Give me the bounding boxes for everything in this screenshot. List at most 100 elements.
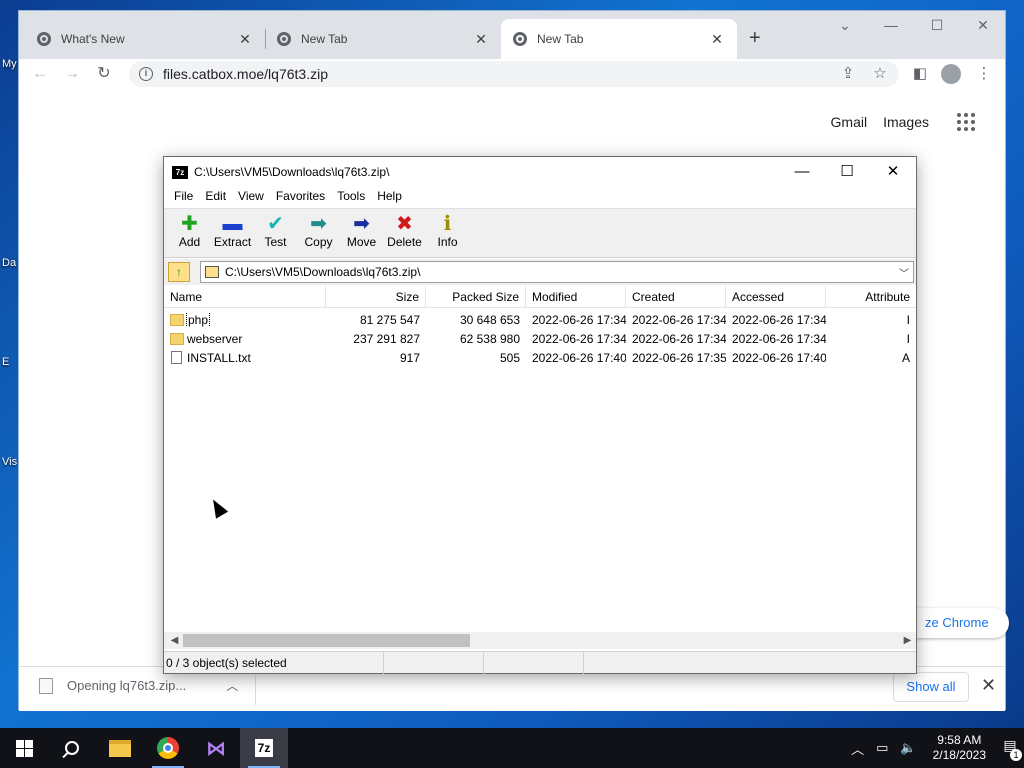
status-segment <box>584 652 916 674</box>
column-header-created[interactable]: Created <box>626 286 726 308</box>
file-name[interactable]: webserver <box>187 332 242 346</box>
side-panel-icon[interactable]: ◧ <box>909 63 931 85</box>
file-attributes: I <box>906 331 910 346</box>
menu-kebab-icon[interactable]: ⋮ <box>973 63 995 85</box>
table-row[interactable]: webserver 237 291 827 62 538 980 2022-06… <box>164 329 916 348</box>
tab-new-tab[interactable]: New Tab ✕ <box>265 19 501 59</box>
desktop-icon-label[interactable]: My <box>2 58 17 70</box>
images-link[interactable]: Images <box>883 114 929 130</box>
profile-avatar-icon[interactable] <box>941 63 963 84</box>
chevron-down-icon[interactable]: ﹀ <box>895 265 913 280</box>
menu-view[interactable]: View <box>232 187 270 207</box>
bookmark-star-icon[interactable]: ☆ <box>869 63 891 85</box>
taskbar: ⋈ 7z ︿ ▭ 🔈 9:58 AM 2/18/2023 ▤ 1 <box>0 728 1024 768</box>
network-icon[interactable]: ▭ <box>876 740 888 756</box>
new-tab-plus-icon[interactable]: + <box>749 27 761 50</box>
scroll-left-icon[interactable]: ◀ <box>166 632 183 649</box>
folder-icon <box>170 332 184 345</box>
tab-close-icon[interactable]: ✕ <box>709 31 725 48</box>
close-window-icon[interactable]: ✕ <box>963 17 1003 34</box>
taskbar-file-explorer[interactable] <box>96 728 144 768</box>
reload-icon[interactable]: ↻ <box>93 63 115 85</box>
chrome-favicon-icon <box>513 32 527 46</box>
path-text[interactable]: C:\Users\VM5\Downloads\lq76t3.zip\ <box>225 265 895 279</box>
volume-icon[interactable]: 🔈 <box>900 740 916 756</box>
tab-search-chevron-icon[interactable]: ⌄ <box>825 17 865 34</box>
extract-button[interactable]: ▬ Extract <box>211 209 254 257</box>
move-button[interactable]: ➡ Move <box>340 209 383 257</box>
address-row: ↑ C:\Users\VM5\Downloads\lq76t3.zip\ ﹀ <box>164 259 916 285</box>
column-header-modified[interactable]: Modified <box>526 286 626 308</box>
horizontal-scrollbar[interactable]: ◀ ▶ <box>164 632 916 649</box>
menu-tools[interactable]: Tools <box>331 187 371 207</box>
sevenzip-icon: 7z <box>254 739 274 757</box>
path-combobox[interactable]: C:\Users\VM5\Downloads\lq76t3.zip\ ﹀ <box>200 261 914 283</box>
tab-close-icon[interactable]: ✕ <box>237 31 253 48</box>
tab-whats-new[interactable]: What's New ✕ <box>25 19 265 59</box>
file-packed-size: 505 <box>499 350 520 365</box>
minimize-icon[interactable]: — <box>779 157 825 187</box>
start-button[interactable] <box>0 728 48 768</box>
desktop-icon-label[interactable]: E <box>2 356 9 368</box>
toolbar-label: Extract <box>213 235 252 249</box>
menu-help[interactable]: Help <box>371 187 408 207</box>
delete-button[interactable]: ✖ Delete <box>383 209 426 257</box>
download-label: Opening lq76t3.zip... <box>67 678 187 693</box>
forward-arrow-icon[interactable]: → <box>61 63 83 85</box>
info-button[interactable]: ℹ Info <box>426 209 469 257</box>
column-header-packed-size[interactable]: Packed Size <box>426 286 526 308</box>
scroll-right-icon[interactable]: ▶ <box>899 632 916 649</box>
gmail-link[interactable]: Gmail <box>831 114 868 130</box>
chevron-up-icon[interactable]: ︿ <box>226 677 238 694</box>
download-item[interactable]: Opening lq76t3.zip... ︿ <box>39 677 238 694</box>
file-name[interactable]: php <box>185 312 211 327</box>
sevenzip-logo-icon: 7z <box>172 165 188 179</box>
column-header-attributes[interactable]: Attribute <box>826 286 916 308</box>
file-list[interactable]: php 81 275 547 30 648 653 2022-06-26 17:… <box>164 310 916 632</box>
site-info-icon[interactable]: i <box>139 67 153 81</box>
menu-file[interactable]: File <box>168 187 199 207</box>
scrollbar-thumb[interactable] <box>183 634 470 647</box>
address-bar[interactable]: i files.catbox.moe/lq76t3.zip <box>129 61 899 87</box>
clock[interactable]: 9:58 AM 2/18/2023 <box>933 733 986 763</box>
up-folder-icon[interactable]: ↑ <box>168 262 190 282</box>
taskbar-search-button[interactable] <box>48 728 96 768</box>
url-text[interactable]: files.catbox.moe/lq76t3.zip <box>163 66 328 82</box>
tab-title: What's New <box>61 32 125 46</box>
file-attributes: I <box>906 312 910 327</box>
column-header-name[interactable]: Name <box>164 286 326 308</box>
copy-icon: ➡ <box>310 213 327 235</box>
maximize-icon[interactable]: ☐ <box>917 17 957 34</box>
copy-button[interactable]: ➡ Copy <box>297 209 340 257</box>
share-icon[interactable]: ⇪ <box>837 63 859 85</box>
taskbar-visual-studio[interactable]: ⋈ <box>192 728 240 768</box>
notification-center-icon[interactable]: ▤ 1 <box>996 737 1024 761</box>
taskbar-chrome[interactable] <box>144 728 192 768</box>
tab-new-tab-active[interactable]: New Tab ✕ <box>501 19 737 59</box>
back-arrow-icon[interactable]: ← <box>29 63 51 85</box>
taskbar-7zip[interactable]: 7z <box>240 728 288 768</box>
chevron-up-icon[interactable]: ︿ <box>851 739 864 758</box>
table-row[interactable]: INSTALL.txt 917 505 2022-06-26 17:40 202… <box>164 348 916 367</box>
desktop-icon-label[interactable]: Vis <box>2 456 17 468</box>
test-button[interactable]: ✔ Test <box>254 209 297 257</box>
show-all-button[interactable]: Show all <box>893 672 969 702</box>
delete-icon: ✖ <box>396 213 413 235</box>
add-button[interactable]: ✚ Add <box>168 209 211 257</box>
file-size: 917 <box>399 350 420 365</box>
google-apps-grid-icon[interactable] <box>957 113 975 131</box>
close-window-icon[interactable]: ✕ <box>870 157 916 187</box>
menu-edit[interactable]: Edit <box>199 187 232 207</box>
column-header-accessed[interactable]: Accessed <box>726 286 826 308</box>
desktop-icon-label[interactable]: Da <box>2 257 16 269</box>
file-created: 2022-06-26 17:34 <box>632 331 726 346</box>
tab-close-icon[interactable]: ✕ <box>473 31 489 48</box>
file-name[interactable]: INSTALL.txt <box>187 351 251 365</box>
menu-favorites[interactable]: Favorites <box>270 187 331 207</box>
column-header-size[interactable]: Size <box>326 286 426 308</box>
table-row[interactable]: php 81 275 547 30 648 653 2022-06-26 17:… <box>164 310 916 329</box>
close-download-bar-icon[interactable]: ✕ <box>981 675 996 696</box>
clock-time: 9:58 AM <box>937 733 982 747</box>
minimize-icon[interactable]: — <box>871 17 911 33</box>
maximize-icon[interactable]: ☐ <box>824 157 870 187</box>
